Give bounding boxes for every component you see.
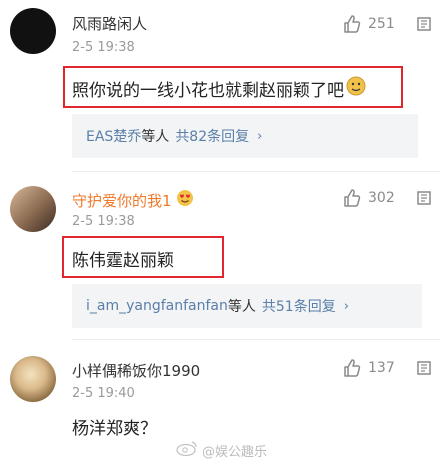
timestamp: 2-5 19:40 bbox=[72, 386, 135, 401]
timestamp: 2-5 19:38 bbox=[72, 40, 135, 55]
chevron-right-icon: › bbox=[343, 298, 349, 314]
avatar[interactable] bbox=[10, 8, 56, 54]
username[interactable]: 小样偶稀饭你1990 bbox=[72, 360, 200, 381]
comment-text: 照你说的一线小花也就剩赵丽颖了吧 bbox=[72, 76, 366, 101]
like-count: 137 bbox=[368, 360, 395, 376]
watermark-text: @娱公趣乐 bbox=[202, 444, 268, 460]
thumbs-up-icon bbox=[342, 14, 362, 34]
weibo-logo-icon bbox=[176, 440, 198, 460]
more-options-icon[interactable] bbox=[416, 358, 432, 378]
comment-text: 陈伟霆赵丽颖 bbox=[72, 251, 174, 271]
thumbs-up-icon bbox=[342, 188, 362, 208]
reply-summary[interactable]: i_am_yangfanfanfan 等人 共51条回复 › bbox=[72, 284, 422, 328]
username[interactable]: 风雨路闲人 bbox=[72, 13, 147, 34]
like-button[interactable]: 251 bbox=[342, 14, 395, 34]
reply-count[interactable]: 共82条回复 bbox=[175, 126, 249, 146]
comment-2: 守护爱你的我1 2-5 19:38 302 陈伟霆赵丽颖 i_am_yangfa… bbox=[0, 172, 440, 340]
comment-text: 杨洋郑爽？ bbox=[72, 419, 157, 439]
more-options-icon[interactable] bbox=[416, 188, 432, 208]
timestamp: 2-5 19:38 bbox=[72, 214, 135, 229]
like-count: 251 bbox=[368, 16, 395, 32]
reply-count[interactable]: 共51条回复 bbox=[262, 296, 336, 316]
like-button[interactable]: 302 bbox=[342, 188, 395, 208]
reply-summary[interactable]: EAS楚乔 等人 共82条回复 › bbox=[72, 114, 418, 158]
reply-users-link[interactable]: i_am_yangfanfanfan bbox=[86, 298, 228, 314]
heart-eyes-emoji-icon bbox=[176, 189, 194, 211]
doge-emoji-icon bbox=[346, 76, 366, 101]
reply-suffix: 等人 bbox=[141, 129, 170, 145]
like-count: 302 bbox=[368, 190, 395, 206]
avatar[interactable] bbox=[10, 186, 56, 232]
reply-suffix: 等人 bbox=[227, 299, 256, 315]
avatar[interactable] bbox=[10, 356, 56, 402]
more-options-icon[interactable] bbox=[416, 14, 432, 34]
reply-users-link[interactable]: EAS楚乔 bbox=[86, 126, 141, 146]
chevron-right-icon: › bbox=[257, 128, 263, 144]
like-button[interactable]: 137 bbox=[342, 358, 395, 378]
username[interactable]: 守护爱你的我1 bbox=[72, 189, 194, 211]
thumbs-up-icon bbox=[342, 358, 362, 378]
comment-1: 风雨路闲人 2-5 19:38 251 照你说的一线小花也就剩赵丽颖了吧 EAS… bbox=[0, 0, 440, 172]
watermark: @娱公趣乐 bbox=[176, 440, 267, 460]
